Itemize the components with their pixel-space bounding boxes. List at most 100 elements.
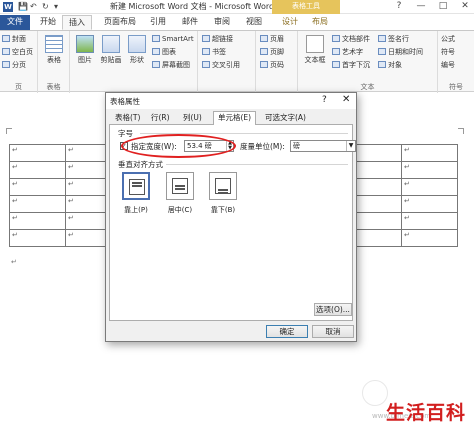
dialog-close-icon[interactable]: ✕ <box>342 94 350 105</box>
bookmark-icon <box>202 48 210 55</box>
chart-icon <box>152 48 160 55</box>
screenshot-button[interactable]: 屏幕截图 <box>152 60 190 70</box>
smartart-button[interactable]: SmartArt <box>152 34 194 44</box>
valign-section-divider <box>166 164 348 165</box>
undo-icon[interactable]: ↶ <box>30 2 37 12</box>
tab-cell[interactable]: 单元格(E) <box>213 111 257 126</box>
bookmark-button[interactable]: 书签 <box>202 47 226 57</box>
table-cell[interactable]: ↵ <box>401 195 458 213</box>
tab-design[interactable]: 设计 <box>276 15 304 30</box>
quick-parts-button[interactable]: 文档部件 <box>332 34 370 44</box>
ok-button[interactable]: 确定 <box>266 325 308 338</box>
illustrations-group: 图片 剪贴画 形状 SmartArt 图表 屏幕截图 <box>70 31 198 93</box>
help-icon[interactable]: ? <box>392 1 406 12</box>
valign-center-option[interactable] <box>166 172 194 200</box>
hyperlink-button[interactable]: 超链接 <box>202 34 233 44</box>
signature-line-button[interactable]: 签名行 <box>378 34 409 44</box>
cover-page-button[interactable]: 封面 <box>2 34 26 44</box>
page-number-icon <box>260 61 268 68</box>
maximize-button[interactable]: □ <box>436 1 450 12</box>
blank-page-icon <box>2 48 10 55</box>
tab-view[interactable]: 视图 <box>240 15 268 30</box>
date-time-button[interactable]: 日期和时间 <box>378 47 423 57</box>
corner-mark-left <box>6 128 12 134</box>
header-button[interactable]: 页眉 <box>260 34 284 44</box>
table-cell[interactable]: ↵ <box>401 161 458 179</box>
table-cell[interactable]: ↵ <box>9 212 66 230</box>
table-button[interactable]: 表格 <box>44 35 64 65</box>
symbols-group-label: 符号 <box>449 83 463 91</box>
equation-button[interactable]: 公式 <box>441 34 455 44</box>
dialog-help-icon[interactable]: ? <box>322 95 327 105</box>
measure-unit-label: 度量单位(M): <box>240 142 285 151</box>
valign-center-label: 居中(C) <box>167 206 193 214</box>
tab-insert[interactable]: 插入 <box>62 15 92 30</box>
measure-unit-select[interactable]: 磅 ▼ <box>290 140 356 152</box>
object-button[interactable]: 对象 <box>378 60 402 70</box>
signature-line-icon <box>378 35 386 42</box>
page-break-button[interactable]: 分页 <box>2 60 26 70</box>
size-section-label: 字号 <box>118 129 133 138</box>
table-icon <box>45 35 63 53</box>
close-window-button[interactable]: ✕ <box>458 1 472 12</box>
dialog-titlebar: 表格属性 ? ✕ <box>106 93 356 109</box>
numbering-button[interactable]: 编号 <box>441 60 455 70</box>
tab-row[interactable]: 行(R) <box>147 112 174 125</box>
table-cell[interactable]: ↵ <box>9 178 66 196</box>
page-number-button[interactable]: 页码 <box>260 60 284 70</box>
textbox-icon <box>306 35 324 53</box>
tab-layout[interactable]: 布局 <box>306 15 334 30</box>
tab-home[interactable]: 开始 <box>34 15 62 30</box>
symbol-button[interactable]: 符号 <box>441 47 455 57</box>
wordart-icon <box>332 48 340 55</box>
table-cell[interactable]: ↵ <box>9 144 66 162</box>
redo-icon[interactable]: ↻ <box>42 2 49 12</box>
minimize-button[interactable]: — <box>414 1 428 12</box>
drop-cap-button[interactable]: 首字下沉 <box>332 60 370 70</box>
save-icon[interactable]: 💾 <box>18 2 28 12</box>
tab-file[interactable]: 文件 <box>0 15 30 30</box>
shapes-button[interactable]: 形状 <box>126 35 148 65</box>
tab-review[interactable]: 审阅 <box>208 15 236 30</box>
table-cell[interactable]: ↵ <box>401 144 458 162</box>
valign-top-icon <box>129 179 145 195</box>
cross-reference-button[interactable]: 交叉引用 <box>202 60 240 70</box>
watermark-logo: 生活百科 <box>386 402 467 424</box>
valign-section-label: 垂直对齐方式 <box>118 160 163 169</box>
clipart-icon <box>102 35 120 53</box>
ribbon-tabs: 文件 开始 插入 页面布局 引用 邮件 审阅 视图 设计 布局 <box>0 14 474 30</box>
pages-group: 封面 空白页 分页 页 <box>0 31 38 93</box>
valign-top-option[interactable] <box>122 172 150 200</box>
options-button[interactable]: 选项(O)... <box>314 303 352 316</box>
cancel-button[interactable]: 取消 <box>312 325 354 338</box>
picture-button[interactable]: 图片 <box>74 35 96 65</box>
valign-bottom-option[interactable] <box>209 172 237 200</box>
object-icon <box>378 61 386 68</box>
dialog-title: 表格属性 <box>110 97 140 106</box>
tab-mailings[interactable]: 邮件 <box>176 15 204 30</box>
table-cell[interactable]: ↵ <box>401 212 458 230</box>
textbox-button[interactable]: 文本框 <box>302 35 328 65</box>
tab-page-layout[interactable]: 页面布局 <box>98 15 142 30</box>
chevron-down-icon[interactable]: ▼ <box>346 141 355 151</box>
table-properties-dialog: 表格属性 ? ✕ 表格(T) 行(R) 列(U) 单元格(E) 可选文字(A) … <box>105 92 357 342</box>
table-cell[interactable]: ↵ <box>9 161 66 179</box>
customize-quick-access-icon[interactable]: ▾ <box>54 2 58 12</box>
tab-table[interactable]: 表格(T) <box>111 112 144 125</box>
word-app-icon[interactable]: W <box>3 2 13 12</box>
wordart-button[interactable]: 艺术字 <box>332 47 363 57</box>
chart-button[interactable]: 图表 <box>152 47 176 57</box>
footer-button[interactable]: 页脚 <box>260 47 284 57</box>
table-cell[interactable]: ↵ <box>9 195 66 213</box>
table-cell[interactable]: ↵ <box>401 229 458 247</box>
clipart-button[interactable]: 剪贴画 <box>98 35 124 65</box>
tab-references[interactable]: 引用 <box>144 15 172 30</box>
drop-cap-icon <box>332 61 340 68</box>
tab-alt-text[interactable]: 可选文字(A) <box>261 112 310 125</box>
table-cell[interactable]: ↵ <box>9 229 66 247</box>
blank-page-button[interactable]: 空白页 <box>2 47 33 57</box>
tab-column[interactable]: 列(U) <box>179 112 206 125</box>
ribbon: 封面 空白页 分页 页 表格 表格 图片 剪贴画 形状 SmartArt 图表 … <box>0 30 474 93</box>
cover-page-icon <box>2 35 10 42</box>
table-cell[interactable]: ↵ <box>401 178 458 196</box>
